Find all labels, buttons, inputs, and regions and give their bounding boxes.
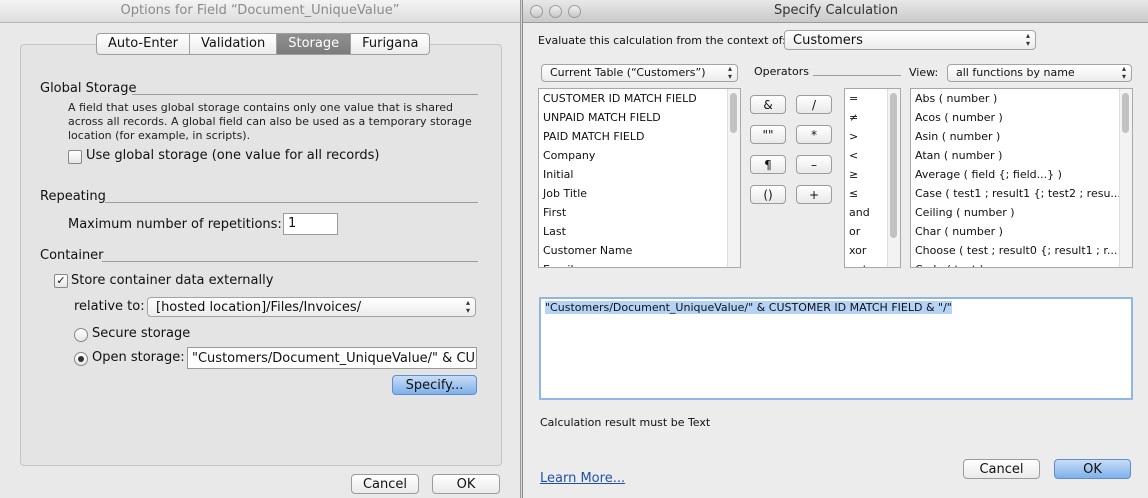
list-item[interactable]: Email — [539, 260, 740, 267]
global-storage-label: Use global storage (one value for all re… — [86, 148, 380, 163]
list-item[interactable]: First — [539, 203, 740, 222]
left-cancel-button[interactable]: Cancel — [351, 474, 419, 494]
store-externally-label: Store container data externally — [71, 273, 274, 288]
formula-text: "Customers/Document_UniqueValue/" & CUST… — [545, 301, 952, 314]
secure-storage-label: Secure storage — [92, 326, 191, 341]
fields-scrollbar[interactable] — [727, 89, 740, 267]
fields-scroll-thumb[interactable] — [730, 93, 737, 133]
popup-arrows-icon: ▴ ▾ — [465, 298, 470, 315]
result-type-label: Calculation result must be Text — [540, 416, 711, 429]
list-item[interactable]: Abs ( number ) — [911, 89, 1132, 108]
calc-ok-button[interactable]: OK — [1054, 459, 1131, 479]
list-item[interactable]: CUSTOMER ID MATCH FIELD — [539, 89, 740, 108]
relative-to-label: relative to: — [74, 299, 145, 314]
operator-plus-button[interactable]: + — [796, 185, 832, 204]
list-item[interactable]: Case ( test1 ; result1 {; test2 ; resu..… — [911, 184, 1132, 203]
check-icon: ✓ — [56, 274, 66, 287]
global-storage-desc-3: location (for example, in scripts). — [68, 129, 251, 142]
repetitions-label: Maximum number of repetitions: — [68, 217, 282, 232]
list-item[interactable]: Atan ( number ) — [911, 146, 1132, 165]
list-item[interactable]: UNPAID MATCH FIELD — [539, 108, 740, 127]
calculation-formula-box[interactable]: "Customers/Document_UniqueValue/" & CUST… — [539, 297, 1133, 400]
view-popup-value: all functions by name — [956, 66, 1075, 79]
relative-to-value: [hosted location]/Files/Invoices/ — [156, 300, 362, 315]
operator-minus-button[interactable]: – — [796, 155, 832, 174]
minimize-window-icon[interactable] — [549, 5, 562, 18]
repetitions-field[interactable]: 1 — [283, 213, 338, 235]
container-heading: Container — [40, 248, 104, 263]
operators-divider — [813, 75, 901, 76]
open-storage-label: Open storage: — [92, 350, 185, 365]
tab-auto-enter[interactable]: Auto-Enter — [96, 33, 191, 55]
close-window-icon[interactable] — [530, 5, 543, 18]
operator-quotes-button[interactable]: "" — [750, 125, 786, 144]
operator-divide-button[interactable]: / — [796, 95, 832, 114]
context-popup[interactable]: Customers ▴ ▾ — [784, 30, 1036, 50]
list-item[interactable]: Job Title — [539, 184, 740, 203]
relative-to-popup[interactable]: [hosted location]/Files/Invoices/ ▴ ▾ — [147, 297, 476, 317]
global-storage-heading: Global Storage — [40, 81, 137, 96]
fields-list[interactable]: CUSTOMER ID MATCH FIELD UNPAID MATCH FIE… — [538, 88, 741, 268]
global-storage-desc-2: across all records. A global field can a… — [68, 115, 472, 128]
options-tabbar: Auto-Enter Validation Storage Furigana — [96, 33, 431, 55]
operators-scroll-thumb[interactable] — [890, 93, 897, 238]
list-item[interactable]: PAID MATCH FIELD — [539, 127, 740, 146]
operators-label: Operators — [754, 65, 809, 78]
table-popup[interactable]: Current Table (“Customers”) ▴ ▾ — [541, 64, 738, 82]
table-popup-value: Current Table (“Customers”) — [550, 66, 706, 79]
specify-calculation-title: Specify Calculation — [523, 0, 1148, 23]
context-value: Customers — [793, 33, 863, 48]
global-storage-checkbox[interactable] — [68, 150, 82, 164]
calc-cancel-button[interactable]: Cancel — [963, 459, 1040, 479]
list-item[interactable]: Asin ( number ) — [911, 127, 1132, 146]
repeating-divider — [105, 202, 478, 203]
tab-storage[interactable]: Storage — [277, 33, 352, 55]
operator-ampersand-button[interactable]: & — [750, 95, 786, 114]
functions-scrollbar[interactable] — [1119, 89, 1132, 267]
repeating-heading: Repeating — [40, 189, 106, 204]
list-item[interactable]: Customer Name — [539, 241, 740, 260]
list-item[interactable]: Code ( text ) — [911, 260, 1132, 267]
list-item[interactable]: Company — [539, 146, 740, 165]
learn-more-link[interactable]: Learn More... — [540, 471, 625, 486]
field-options-title: Options for Field “Document_UniqueValue” — [0, 0, 520, 23]
functions-scroll-thumb[interactable] — [1122, 93, 1129, 133]
operator-parens-button[interactable]: () — [750, 185, 786, 204]
list-item[interactable]: Acos ( number ) — [911, 108, 1132, 127]
list-item[interactable]: Initial — [539, 165, 740, 184]
functions-list[interactable]: Abs ( number ) Acos ( number ) Asin ( nu… — [910, 88, 1133, 268]
view-label: View: — [909, 66, 939, 79]
open-storage-field[interactable]: "Customers/Document_UniqueValue/" & CUS — [187, 347, 477, 369]
tab-furigana[interactable]: Furigana — [351, 33, 431, 55]
popup-arrows-icon: ▴ ▾ — [727, 64, 732, 81]
view-popup[interactable]: all functions by name ▴ ▾ — [947, 64, 1132, 82]
popup-arrows-icon: ▴ ▾ — [1025, 31, 1030, 48]
tab-validation[interactable]: Validation — [190, 33, 278, 55]
list-item[interactable]: Ceiling ( number ) — [911, 203, 1132, 222]
open-storage-radio[interactable] — [74, 352, 88, 366]
popup-arrows-icon: ▴ ▾ — [1121, 64, 1126, 81]
global-storage-desc-1: A field that uses global storage contain… — [68, 101, 454, 114]
operator-pilcrow-button[interactable]: ¶ — [750, 155, 786, 174]
list-item[interactable]: Choose ( test ; result0 {; result1 ; r..… — [911, 241, 1132, 260]
operator-list[interactable]: = ≠ > < ≥ ≤ and or xor not — [844, 88, 901, 268]
zoom-window-icon[interactable] — [568, 5, 581, 18]
left-ok-button[interactable]: OK — [432, 474, 500, 494]
list-item[interactable]: Average ( field {; field...} ) — [911, 165, 1132, 184]
container-divider — [102, 261, 478, 262]
context-label: Evaluate this calculation from the conte… — [538, 34, 786, 47]
store-externally-checkbox[interactable]: ✓ — [54, 274, 68, 288]
list-item[interactable]: Last — [539, 222, 740, 241]
specify-calculation-window: Specify Calculation Evaluate this calcul… — [522, 0, 1148, 498]
field-options-window: Options for Field “Document_UniqueValue”… — [0, 0, 521, 498]
operators-scrollbar[interactable] — [887, 89, 900, 267]
secure-storage-radio[interactable] — [74, 328, 88, 342]
operator-multiply-button[interactable]: * — [796, 125, 832, 144]
list-item[interactable]: Char ( number ) — [911, 222, 1132, 241]
specify-button[interactable]: Specify... — [392, 375, 477, 395]
global-storage-divider — [132, 94, 478, 95]
